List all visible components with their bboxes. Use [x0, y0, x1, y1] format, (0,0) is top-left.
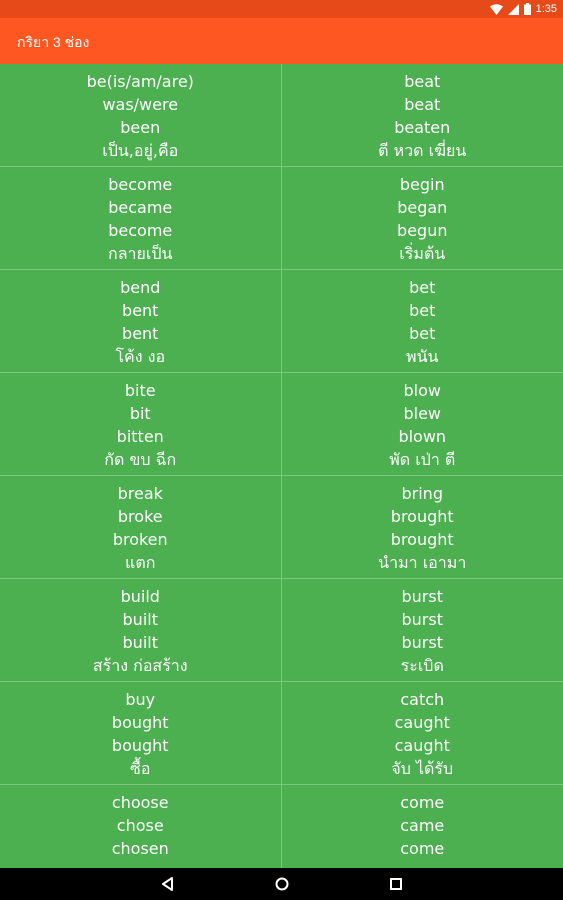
verb-card[interactable]: bend bent bent โค้ง งอ [0, 270, 282, 372]
list-row: be(is/am/are) was/were been เป็น,อยู่,คื… [0, 64, 563, 167]
verb-past-form: beat [404, 95, 441, 114]
verb-meaning: สร้าง ก่อสร้าง [92, 656, 188, 675]
verb-past-participle: caught [394, 736, 450, 755]
verb-meaning: โค้ง งอ [115, 347, 166, 366]
verb-meaning: ซื้อ [130, 759, 151, 778]
verb-past-participle: blown [398, 427, 447, 446]
verb-past-form: caught [394, 713, 450, 732]
verb-past-form: chose [116, 816, 164, 835]
verb-card[interactable]: catch caught caught จับ ได้รับ [282, 682, 563, 784]
verb-meaning: นำมา เอามา [378, 553, 467, 572]
verb-past-participle: bought [111, 736, 169, 755]
status-time: 1:35 [535, 3, 557, 15]
verb-card[interactable]: bring brought brought นำมา เอามา [282, 476, 563, 578]
verb-past-participle: built [122, 633, 158, 652]
verb-base-form: begin [399, 175, 445, 194]
home-icon[interactable] [274, 876, 290, 892]
verb-past-form: bet [409, 301, 436, 320]
verb-past-form: was/were [102, 95, 179, 114]
list-row: choose chose chosen come came come [0, 785, 563, 868]
verb-base-form: break [117, 484, 163, 503]
verb-base-form: choose [111, 793, 169, 812]
verb-past-form: began [397, 198, 448, 217]
verb-past-form: blew [403, 404, 442, 423]
verb-past-participle: come [400, 839, 445, 858]
verb-past-form: became [108, 198, 173, 217]
verb-past-participle: burst [401, 633, 443, 652]
verb-past-participle: been [120, 118, 161, 137]
verb-base-form: burst [401, 587, 443, 606]
list-row: bend bent bent โค้ง งอ bet bet bet พนัน [0, 270, 563, 373]
verb-card[interactable]: bet bet bet พนัน [282, 270, 563, 372]
list-row: build built built สร้าง ก่อสร้าง burst b… [0, 579, 563, 682]
verb-past-form: bit [129, 404, 151, 423]
list-row: become became become กลายเป็น begin bega… [0, 167, 563, 270]
verb-card[interactable]: bite bit bitten กัด ขบ ฉีก [0, 373, 282, 475]
verb-meaning: พนัน [406, 347, 439, 366]
verb-meaning: เป็น,อยู่,คือ [102, 141, 179, 160]
verb-past-participle: broken [112, 530, 168, 549]
verb-card[interactable]: beat beat beaten ตี หวด เฆี่ยน [282, 64, 563, 166]
verb-base-form: bring [401, 484, 443, 503]
status-icons: 1:35 [489, 2, 557, 16]
verb-base-form: bite [124, 381, 156, 400]
verb-card[interactable]: burst burst burst ระเบิด [282, 579, 563, 681]
verb-past-participle: bet [409, 324, 436, 343]
list-row: break broke broken แตก bring brought bro… [0, 476, 563, 579]
verb-card[interactable]: blow blew blown พัด เป่า ตี [282, 373, 563, 475]
list-row: bite bit bitten กัด ขบ ฉีก blow blew blo… [0, 373, 563, 476]
verb-card[interactable]: choose chose chosen [0, 785, 282, 868]
verb-past-form: brought [390, 507, 454, 526]
verb-card[interactable]: be(is/am/are) was/were been เป็น,อยู่,คื… [0, 64, 282, 166]
verb-past-participle: bent [122, 324, 159, 343]
verb-base-form: catch [400, 690, 445, 709]
verb-card[interactable]: buy bought bought ซื้อ [0, 682, 282, 784]
list-row: buy bought bought ซื้อ catch caught caug… [0, 682, 563, 785]
verb-base-form: blow [403, 381, 441, 400]
verb-base-form: become [108, 175, 173, 194]
verb-past-participle: chosen [111, 839, 169, 858]
verb-base-form: come [400, 793, 445, 812]
verb-meaning: แตก [125, 553, 156, 572]
signal-icon [507, 3, 519, 15]
recents-icon[interactable] [388, 876, 404, 892]
verb-base-form: be(is/am/are) [86, 72, 194, 91]
verb-past-participle: brought [390, 530, 454, 549]
verb-base-form: build [120, 587, 160, 606]
verb-list[interactable]: be(is/am/are) was/were been เป็น,อยู่,คื… [0, 64, 563, 868]
verb-meaning: จับ ได้รับ [391, 759, 454, 778]
navigation-bar [0, 868, 563, 900]
verb-past-form: built [122, 610, 158, 629]
verb-past-participle: begun [397, 221, 448, 240]
verb-card[interactable]: come came come [282, 785, 563, 868]
verb-meaning: ระเบิด [400, 656, 444, 675]
app-bar: กริยา 3 ช่อง [0, 18, 563, 64]
verb-meaning: ตี หวด เฆี่ยน [378, 141, 467, 160]
verb-card[interactable]: break broke broken แตก [0, 476, 282, 578]
verb-past-participle: bitten [116, 427, 164, 446]
back-icon[interactable] [160, 876, 176, 892]
verb-past-participle: beaten [394, 118, 451, 137]
verb-past-form: broke [117, 507, 163, 526]
verb-meaning: กลายเป็น [108, 244, 173, 263]
verb-past-form: burst [401, 610, 443, 629]
verb-past-form: came [400, 816, 445, 835]
verb-base-form: bend [120, 278, 161, 297]
verb-card[interactable]: begin began begun เริ่มต้น [282, 167, 563, 269]
status-bar: 1:35 [0, 0, 563, 18]
app-title: กริยา 3 ช่อง [17, 34, 90, 50]
verb-meaning: เริ่มต้น [399, 244, 446, 263]
verb-card[interactable]: become became become กลายเป็น [0, 167, 282, 269]
battery-icon [523, 3, 531, 15]
verb-past-form: bought [111, 713, 169, 732]
verb-base-form: buy [125, 690, 156, 709]
verb-past-participle: become [108, 221, 173, 240]
verb-base-form: beat [404, 72, 441, 91]
wifi-icon [489, 3, 503, 15]
verb-past-form: bent [122, 301, 159, 320]
verb-meaning: กัด ขบ ฉีก [104, 450, 177, 469]
verb-base-form: bet [409, 278, 436, 297]
verb-meaning: พัด เป่า ตี [389, 450, 456, 469]
verb-card[interactable]: build built built สร้าง ก่อสร้าง [0, 579, 282, 681]
